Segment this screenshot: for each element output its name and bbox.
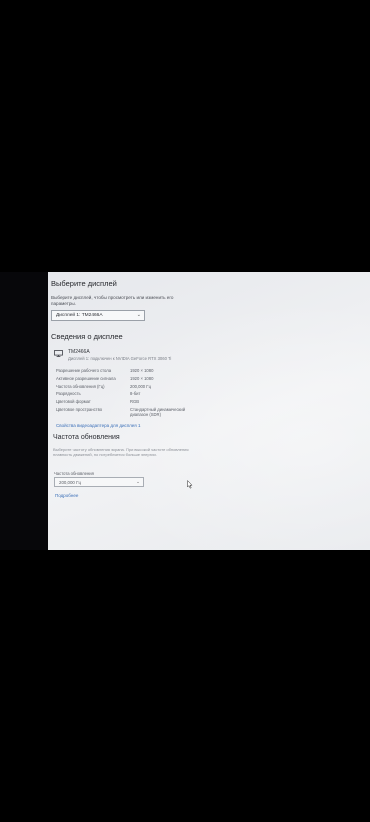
refresh-rate-heading: Частота обновления bbox=[53, 434, 120, 441]
property-value: 1920 × 1080 bbox=[130, 375, 154, 381]
display-dropdown-value: Дисплей 1: TM2466A bbox=[56, 313, 103, 318]
property-row: Цветовое пространство Стандартный динами… bbox=[56, 407, 206, 419]
display-dropdown[interactable]: Дисплей 1: TM2466A ⌄ bbox=[51, 310, 145, 321]
property-value: 200,000 Гц bbox=[130, 383, 151, 389]
learn-more-link[interactable]: Подробнее bbox=[55, 493, 78, 498]
property-row: Цветовой формат RGB bbox=[56, 399, 206, 407]
property-value: RGB bbox=[130, 399, 140, 405]
chevron-down-icon: ⌄ bbox=[136, 312, 141, 318]
refresh-rate-label: Частота обновления bbox=[54, 471, 94, 476]
property-row: Разрядность 8-бит bbox=[56, 391, 206, 399]
select-display-heading: Выберите дисплей bbox=[51, 279, 117, 288]
photo-frame: Выберите дисплей Выберите дисплей, чтобы… bbox=[0, 0, 370, 822]
property-row: Активное разрешение сигнала 1920 × 1080 bbox=[56, 376, 206, 384]
property-row: Разрешение рабочего стола 1920 × 1080 bbox=[56, 368, 206, 376]
screen-left-edge bbox=[0, 272, 48, 550]
property-key: Цветовой формат bbox=[56, 399, 91, 405]
chevron-down-icon: ⌄ bbox=[136, 479, 140, 484]
monitor-name: TM2466A bbox=[68, 349, 90, 355]
property-key: Активное разрешение сигнала bbox=[56, 375, 116, 381]
monitor-subtitle: Дисплей 1: подключен к NVIDIA GeForce RT… bbox=[68, 356, 172, 361]
refresh-rate-dropdown[interactable]: 200,000 Гц ⌄ bbox=[54, 477, 144, 487]
monitor-icon bbox=[54, 350, 63, 357]
property-key: Частота обновления (Гц) bbox=[56, 383, 105, 389]
advanced-display-settings: Выберите дисплей Выберите дисплей, чтобы… bbox=[48, 272, 370, 550]
property-value: 1920 × 1080 bbox=[130, 368, 154, 373]
property-key: Цветовое пространство bbox=[56, 406, 103, 412]
property-value: 8-бит bbox=[130, 391, 141, 397]
refresh-rate-value: 200,000 Гц bbox=[59, 480, 81, 485]
property-key: Разрядность bbox=[56, 391, 81, 397]
property-key: Разрешение рабочего стола bbox=[56, 368, 112, 373]
property-row: Частота обновления (Гц) 200,000 Гц bbox=[56, 384, 206, 392]
refresh-rate-description: Выберите частоту обновления экрана. При … bbox=[53, 447, 189, 458]
display-info-heading: Сведения о дисплее bbox=[51, 332, 123, 341]
monitor-screen: Выберите дисплей Выберите дисплей, чтобы… bbox=[48, 272, 370, 550]
mouse-cursor-icon bbox=[187, 480, 193, 489]
display-properties: Разрешение рабочего стола 1920 × 1080 Ак… bbox=[56, 368, 206, 419]
adapter-properties-link[interactable]: Свойства видеоадаптера для дисплея 1 bbox=[56, 423, 140, 428]
property-value: Стандартный динамический диапазон (SDR) bbox=[130, 406, 186, 417]
monitor-summary: TM2466A Дисплей 1: подключен к NVIDIA Ge… bbox=[54, 349, 254, 365]
select-display-description: Выберите дисплей, чтобы просмотреть или … bbox=[51, 295, 174, 306]
